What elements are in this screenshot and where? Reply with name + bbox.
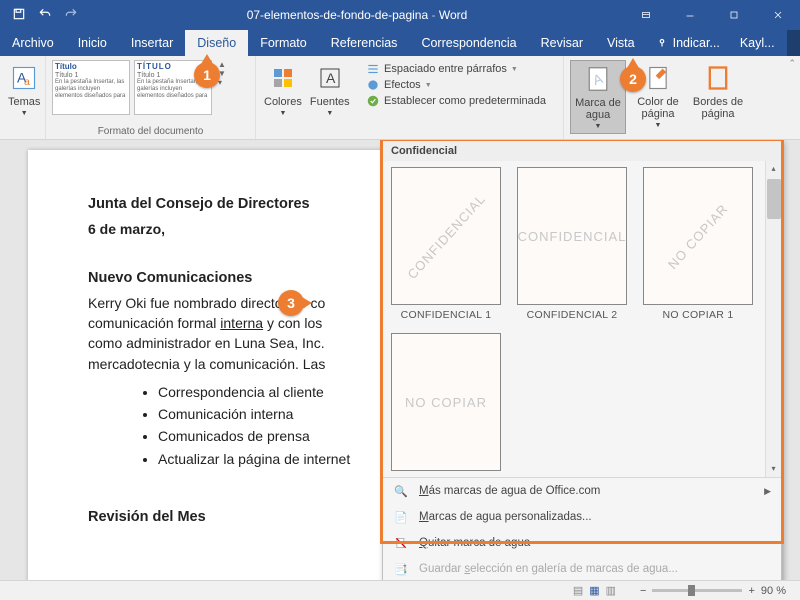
collapse-ribbon-icon[interactable]: ⌃ xyxy=(788,58,796,69)
watermark-option[interactable]: CONFIDENCIAL CONFIDENCIAL 2 xyxy=(517,167,627,321)
tab-formato[interactable]: Formato xyxy=(248,30,319,56)
svg-text:a: a xyxy=(24,76,30,88)
doc-format-thumb[interactable]: TÍTULO Título 1 En la pestaña Insertar, … xyxy=(134,60,212,115)
set-default[interactable]: Establecer como predeterminada xyxy=(366,94,546,108)
maximize-icon[interactable] xyxy=(712,0,756,30)
page-borders-button[interactable]: Bordes de página xyxy=(690,60,746,122)
tab-referencias[interactable]: Referencias xyxy=(319,30,410,56)
status-bar: ▤ ▦ ▥ − + 90 % xyxy=(0,580,800,600)
dropdown-header: Confidencial xyxy=(383,141,781,161)
tab-revisar[interactable]: Revisar xyxy=(529,30,595,56)
zoom-in[interactable]: + xyxy=(748,585,754,597)
tab-vista[interactable]: Vista xyxy=(595,30,647,56)
more-watermarks[interactable]: 🔍 MMás marcas de agua de Office.comás ma… xyxy=(383,478,781,504)
zoom-level[interactable]: 90 % xyxy=(761,585,786,597)
watermark-dropdown: Confidencial CONFIDENCIAL CONFIDENCIAL 1… xyxy=(382,140,782,580)
paragraph-spacing[interactable]: Espaciado entre párrafos ▼ xyxy=(366,62,546,76)
themes-button[interactable]: Aa Temas▼ xyxy=(6,60,42,120)
dropdown-scrollbar[interactable]: ▴▾ xyxy=(765,161,781,477)
undo-icon[interactable] xyxy=(38,7,52,24)
page-color-button[interactable]: Color de página▼ xyxy=(630,60,686,132)
tab-inicio[interactable]: Inicio xyxy=(66,30,119,56)
zoom-slider[interactable] xyxy=(652,589,742,592)
gallery-nav[interactable]: ▲▼▾ xyxy=(216,60,228,87)
tab-insertar[interactable]: Insertar xyxy=(119,30,185,56)
share-button[interactable]: Compartir xyxy=(787,30,800,56)
close-icon[interactable] xyxy=(756,0,800,30)
colors-button[interactable]: Colores▼ xyxy=(262,60,304,120)
window-title: 07-elementos-de-fondo-de-pagina - Word xyxy=(90,8,624,22)
group-label: Formato del documento xyxy=(52,126,249,139)
read-mode-icon[interactable]: ▤ xyxy=(573,584,583,597)
minimize-icon[interactable] xyxy=(668,0,712,30)
tab-diseno[interactable]: Diseño xyxy=(185,30,248,56)
tab-correspondencia[interactable]: Correspondencia xyxy=(409,30,528,56)
office-icon: 🔍 xyxy=(393,483,409,499)
page-icon: 📄 xyxy=(393,509,409,525)
save-icon: 📑 xyxy=(393,561,409,577)
watermark-option[interactable]: NO COPIAR NO COPIAR 1 xyxy=(643,167,753,321)
user-name[interactable]: Kayl... xyxy=(734,36,781,50)
remove-icon xyxy=(393,535,409,551)
doc-format-thumb[interactable]: Título Título 1 En la pestaña Insertar, … xyxy=(52,60,130,115)
web-layout-icon[interactable]: ▥ xyxy=(606,584,616,597)
ribbon-options-icon[interactable] xyxy=(624,0,668,30)
redo-icon[interactable] xyxy=(64,7,78,24)
document-area: Junta del Consejo de Directores 6 de mar… xyxy=(0,140,800,580)
fonts-button[interactable]: A Fuentes▼ xyxy=(308,60,352,120)
svg-text:A: A xyxy=(326,70,336,86)
save-watermark: 📑 Guardar selección en galería de marcas… xyxy=(383,556,781,580)
tab-archivo[interactable]: Archivo xyxy=(0,30,66,56)
save-icon[interactable] xyxy=(12,7,26,24)
custom-watermarks[interactable]: 📄 Marcas de agua personalizadas... xyxy=(383,504,781,530)
ribbon: Aa Temas▼ Título Título 1 En la pestaña … xyxy=(0,56,800,140)
watermark-button[interactable]: A Marca de agua▼ xyxy=(570,60,626,134)
remove-watermark[interactable]: Quitar marca de agua xyxy=(383,530,781,556)
title-bar: 07-elementos-de-fondo-de-pagina - Word xyxy=(0,0,800,30)
tell-me[interactable]: Indicar... xyxy=(647,36,728,50)
menu-bar: Archivo Inicio Insertar Diseño Formato R… xyxy=(0,30,800,56)
print-layout-icon[interactable]: ▦ xyxy=(589,584,599,597)
watermark-option[interactable]: CONFIDENCIAL CONFIDENCIAL 1 xyxy=(391,167,501,321)
effects[interactable]: Efectos ▼ xyxy=(366,78,546,92)
watermark-option[interactable]: NO COPIAR xyxy=(391,333,501,475)
zoom-out[interactable]: − xyxy=(640,585,646,597)
